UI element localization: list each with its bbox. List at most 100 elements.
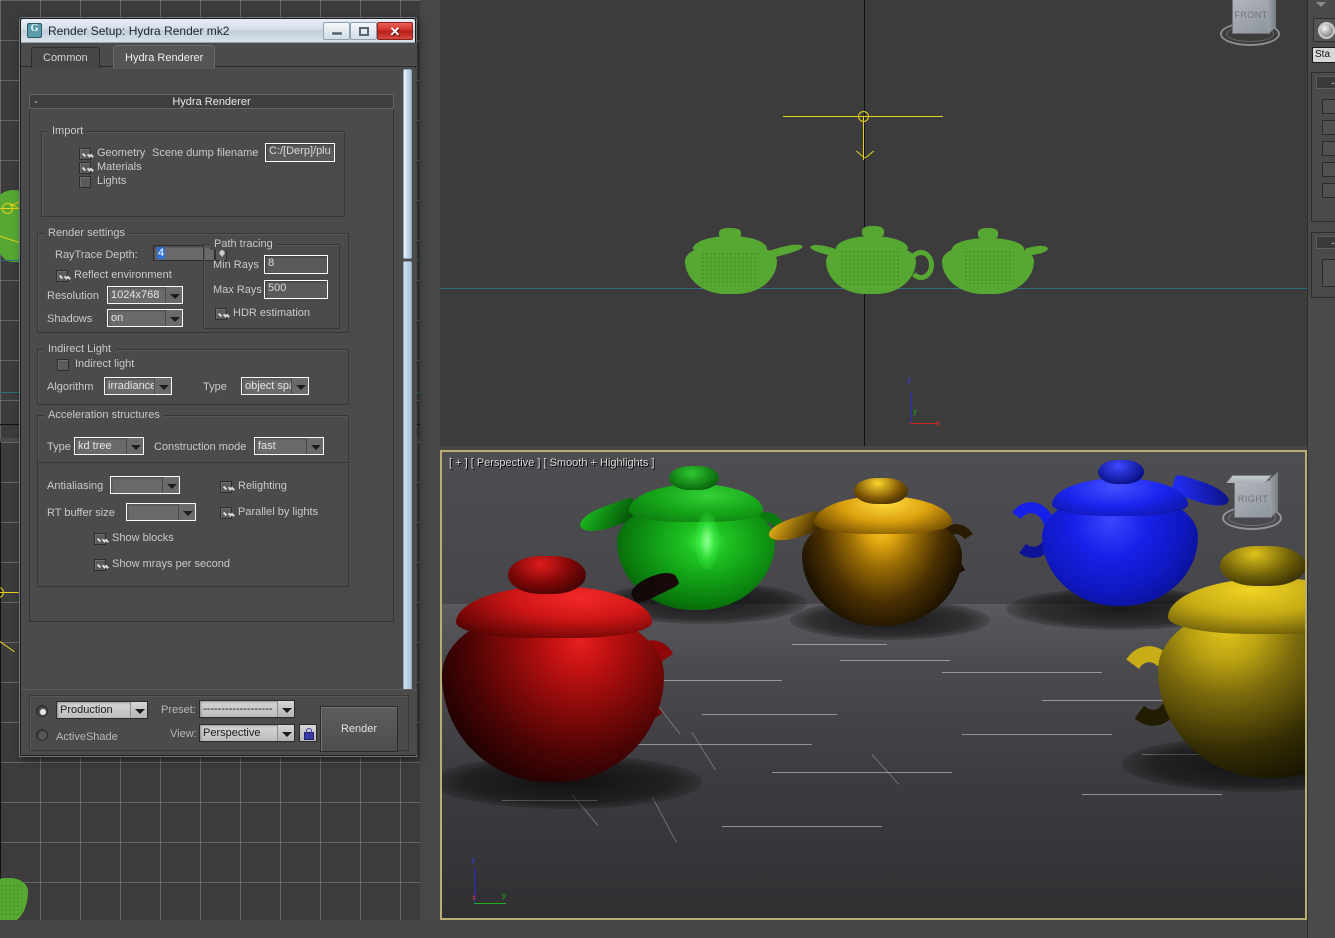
- radio-production[interactable]: [36, 705, 48, 717]
- construction-mode-value: fast: [258, 440, 276, 452]
- preset-chevron-down-icon[interactable]: [277, 701, 294, 717]
- view-cube-face-label-persp[interactable]: RIGHT: [1234, 480, 1272, 518]
- axis-label-y-persp: y: [502, 891, 506, 900]
- object-color-swatch-button[interactable]: [1313, 18, 1335, 42]
- teapot-red[interactable]: [440, 550, 682, 800]
- window-controls[interactable]: ✕: [323, 21, 413, 40]
- max-logo-icon: [27, 23, 42, 38]
- wireframe-teapot-1[interactable]: [685, 222, 807, 294]
- tab-common[interactable]: Common: [31, 47, 100, 68]
- parameter-slot[interactable]: [1322, 259, 1335, 287]
- maximize-button[interactable]: [350, 22, 377, 40]
- object-name-input[interactable]: Sta: [1312, 47, 1335, 63]
- checkbox-parallel-by-lights-label: Parallel by lights: [238, 506, 318, 518]
- axis-tripod-perspective: z x y: [464, 858, 520, 908]
- lock-icon-body: [304, 732, 314, 740]
- shadows-chevron-down-icon[interactable]: [165, 310, 182, 326]
- render-button[interactable]: Render: [320, 706, 398, 752]
- viewport-front[interactable]: FRONT z x y: [440, 0, 1307, 446]
- accel-type-value: kd tree: [78, 440, 112, 452]
- parameter-slot[interactable]: [1322, 120, 1335, 135]
- accel-type-chevron-down-icon[interactable]: [126, 438, 143, 454]
- render-setup-dialog[interactable]: Render Setup: Hydra Render mk2 ✕ Common …: [20, 18, 416, 756]
- indirect-type-dropdown[interactable]: object spa: [241, 377, 309, 395]
- checkbox-geometry-label: Geometry: [97, 147, 145, 159]
- tab-hydra-renderer[interactable]: Hydra Renderer: [113, 45, 215, 69]
- view-dropdown[interactable]: Perspective: [199, 724, 295, 742]
- checkbox-indirect-light-box[interactable]: [57, 359, 69, 371]
- construction-mode-chevron-down-icon[interactable]: [306, 438, 323, 454]
- view-cube-face-label[interactable]: FRONT: [1232, 0, 1270, 34]
- algorithm-chevron-down-icon[interactable]: [154, 378, 171, 394]
- checkbox-parallel-by-lights-box[interactable]: [220, 507, 232, 519]
- render-mode-chevron-down-icon[interactable]: [130, 702, 147, 718]
- min-rays-input[interactable]: 8: [264, 255, 328, 274]
- view-cube-front[interactable]: FRONT: [1220, 0, 1280, 54]
- minimize-button[interactable]: [323, 22, 350, 40]
- rt-buffer-size-chevron-down-icon[interactable]: [178, 504, 195, 520]
- dialog-scrollbar-thumb[interactable]: [403, 69, 412, 259]
- command-panel-rollout-1[interactable]: -: [1311, 72, 1335, 222]
- dialog-scroll-area[interactable]: - Hydra Renderer Import Geometry Materia…: [21, 68, 417, 706]
- hydra-renderer-rollout[interactable]: - Hydra Renderer Import Geometry Materia…: [29, 94, 394, 622]
- acceleration-group-label: Acceleration structures: [44, 409, 164, 421]
- close-icon: ✕: [378, 24, 412, 40]
- accel-type-dropdown[interactable]: kd tree: [74, 437, 144, 455]
- viewport-divider-vertical[interactable]: [420, 0, 440, 920]
- checkbox-hdr-estimation-box[interactable]: [215, 308, 227, 320]
- parameter-slot[interactable]: [1322, 162, 1335, 177]
- dialog-tab-strip[interactable]: Common Hydra Renderer: [21, 43, 417, 67]
- checkbox-show-mrays-box[interactable]: [94, 559, 106, 571]
- preset-dropdown[interactable]: -------------------: [199, 700, 295, 718]
- wireframe-teapot-2[interactable]: [810, 222, 940, 294]
- checkbox-relighting-box[interactable]: [220, 481, 232, 493]
- checkbox-geometry-box[interactable]: [79, 148, 91, 160]
- checkbox-materials-box[interactable]: [79, 162, 91, 174]
- algorithm-dropdown[interactable]: irradiance: [104, 377, 172, 395]
- resolution-dropdown[interactable]: 1024x768: [107, 286, 183, 304]
- indirect-type-chevron-down-icon[interactable]: [291, 378, 308, 394]
- indirect-type-label: Type: [203, 381, 227, 393]
- max-rays-input[interactable]: 500: [264, 280, 328, 299]
- dialog-title-bar[interactable]: Render Setup: Hydra Render mk2 ✕: [21, 19, 415, 43]
- parameter-slot[interactable]: [1322, 141, 1335, 156]
- resolution-chevron-down-icon[interactable]: [165, 287, 182, 303]
- teapot-orange[interactable]: [794, 478, 976, 630]
- antialiasing-chevron-down-icon[interactable]: [162, 477, 179, 493]
- close-button[interactable]: ✕: [377, 22, 413, 40]
- rollout-header-hydra-renderer[interactable]: - Hydra Renderer: [29, 94, 394, 109]
- resolution-value: 1024x768: [111, 289, 159, 301]
- checkbox-lights-box[interactable]: [79, 176, 91, 188]
- radio-activeshade[interactable]: [36, 729, 48, 741]
- teapot-yellow[interactable]: [1142, 540, 1307, 790]
- view-lock-button[interactable]: [299, 724, 317, 742]
- antialiasing-dropdown[interactable]: [110, 476, 180, 494]
- viewport-perspective[interactable]: RIGHT [ + ] [ Perspective ] [ Smooth + H…: [440, 450, 1307, 920]
- command-panel[interactable]: Sta - -: [1307, 0, 1335, 938]
- view-chevron-down-icon[interactable]: [277, 725, 294, 741]
- dialog-scrollbar[interactable]: [402, 69, 413, 705]
- scene-dump-filename-input[interactable]: C:/[Derp]/plu: [265, 143, 335, 162]
- render-mode-dropdown[interactable]: Production: [56, 701, 148, 719]
- command-panel-rollout-2[interactable]: -: [1311, 232, 1335, 298]
- view-cube-perspective[interactable]: RIGHT: [1222, 476, 1282, 538]
- checkbox-show-blocks-box[interactable]: [94, 533, 106, 545]
- directional-light-gizmo[interactable]: [783, 112, 945, 164]
- chevron-down-icon[interactable]: [1316, 2, 1326, 7]
- min-rays-label: Min Rays: [213, 259, 259, 271]
- rollout-collapse-icon[interactable]: -: [34, 95, 38, 109]
- viewport-divider-horizontal-right[interactable]: [440, 446, 1307, 450]
- parameter-slot[interactable]: [1322, 183, 1335, 198]
- checkbox-reflect-environment-box[interactable]: [56, 270, 68, 282]
- shadows-dropdown[interactable]: on: [107, 309, 183, 327]
- rt-buffer-size-dropdown[interactable]: [126, 503, 196, 521]
- wireframe-teapot-3[interactable]: [942, 224, 1052, 294]
- parameter-slot[interactable]: [1322, 99, 1335, 114]
- rollout-collapse-glyph-2[interactable]: -: [1316, 236, 1335, 249]
- viewport-label-perspective[interactable]: [ + ] [ Perspective ] [ Smooth + Highlig…: [449, 457, 654, 469]
- rollout-collapse-glyph-1[interactable]: -: [1316, 76, 1335, 89]
- construction-mode-dropdown[interactable]: fast: [254, 437, 324, 455]
- dialog-scrollbar-track[interactable]: [403, 261, 412, 705]
- raytrace-depth-value[interactable]: 4: [157, 247, 165, 259]
- command-panel-tabbar[interactable]: [1308, 0, 1335, 16]
